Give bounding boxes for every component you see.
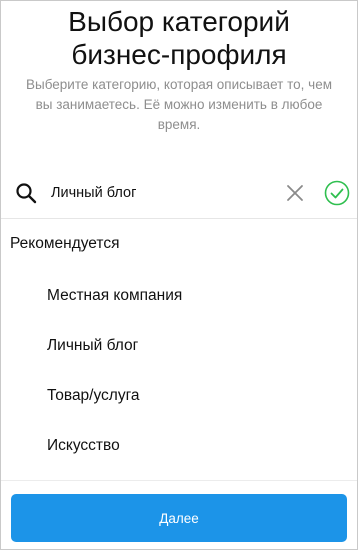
page-subtitle: Выберите категорию, которая описывает то…	[26, 77, 332, 132]
category-item-product-service[interactable]: Товар/услуга	[1, 371, 357, 421]
category-item-art[interactable]: Искусство	[1, 421, 357, 471]
next-button[interactable]: Далее	[11, 494, 347, 542]
search-icon	[16, 183, 37, 204]
page-title: Выбор категорий бизнес-профиля	[1, 5, 357, 71]
recommended-section-label: Рекомендуется	[10, 235, 120, 252]
search-divider	[1, 218, 357, 219]
category-item-personal-blog[interactable]: Личный блог	[1, 321, 357, 371]
recommended-category-list: Местная компания Личный блог Товар/услуг…	[1, 271, 357, 471]
category-search-bar	[1, 171, 357, 215]
footer-divider	[1, 480, 357, 481]
close-icon[interactable]	[286, 184, 304, 202]
page-title-line-2: бизнес-профиля	[71, 39, 287, 70]
category-search-input[interactable]	[51, 181, 271, 205]
check-circle-icon[interactable]	[324, 180, 350, 206]
category-item-local-business[interactable]: Местная компания	[1, 271, 357, 321]
screen: Выбор категорий бизнес-профиля Выберите …	[0, 0, 358, 550]
page-title-line-1: Выбор категорий	[68, 6, 290, 37]
